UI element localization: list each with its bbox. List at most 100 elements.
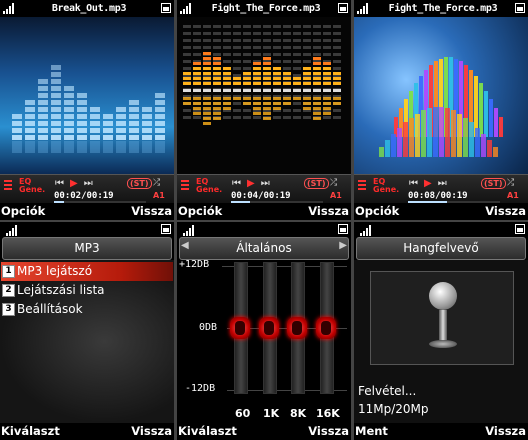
number-badge: 2 bbox=[2, 284, 15, 297]
visualizer bbox=[177, 17, 351, 174]
options-softkey[interactable]: Opciók bbox=[355, 204, 399, 218]
signal-icon bbox=[6, 224, 20, 236]
number-badge: 1 bbox=[2, 265, 15, 278]
page-title: MP3 bbox=[2, 237, 172, 260]
status-bar: Break_Out.mp3 bbox=[0, 0, 174, 16]
back-softkey[interactable]: Vissza bbox=[308, 204, 349, 218]
battery-icon bbox=[161, 224, 171, 234]
menu-header: MP3 bbox=[0, 222, 174, 260]
speaker-icon bbox=[358, 180, 366, 190]
play-icon[interactable]: ▶ bbox=[70, 178, 78, 189]
battery-icon bbox=[338, 224, 348, 234]
track-title: Fight_The_Force.mp3 bbox=[211, 2, 321, 14]
eq-slider-16k[interactable] bbox=[316, 262, 336, 394]
menu-item-playlist[interactable]: 2 Lejátszási lista bbox=[1, 281, 173, 300]
player-control-bar: EQ Gene. ⏮ ▶ ⏭ (ST) ⤮ 00:02/00:19 A1 bbox=[0, 174, 174, 204]
stereo-badge: (ST) bbox=[304, 178, 329, 189]
previous-icon[interactable]: ⏮ bbox=[232, 178, 241, 189]
speaker-icon bbox=[181, 180, 189, 190]
band-label-60: 60 bbox=[235, 407, 251, 420]
player-screen-1: Break_Out.mp3 EQ Gene. ⏮ ▶ ⏭ (ST) ⤮ 00:02… bbox=[0, 0, 174, 220]
softkey-bar: Ment Vissza bbox=[354, 423, 528, 440]
play-icon[interactable]: ▶ bbox=[247, 178, 255, 189]
band-label-8k: 8K bbox=[290, 407, 307, 420]
select-softkey[interactable]: Kiválaszt bbox=[1, 424, 60, 438]
eq-slider-8k[interactable] bbox=[287, 262, 307, 394]
back-softkey[interactable]: Vissza bbox=[485, 204, 526, 218]
save-softkey[interactable]: Ment bbox=[355, 424, 388, 438]
signal-icon bbox=[360, 224, 374, 236]
menu-item-label: Beállítások bbox=[17, 302, 83, 316]
select-softkey[interactable]: Kiválaszt bbox=[178, 424, 237, 438]
playback-time: 00:08/00:19 bbox=[408, 191, 468, 201]
player-screen-2: Fight_The_Force.mp3 EQ Gene. ⏮ ▶ ⏭ (ST) ⤮… bbox=[177, 0, 351, 220]
eq-indicator[interactable]: EQ Gene. bbox=[19, 178, 45, 194]
menu-item-settings[interactable]: 3 Beállítások bbox=[1, 300, 173, 319]
speaker-icon bbox=[4, 180, 12, 190]
back-softkey[interactable]: Vissza bbox=[131, 424, 172, 438]
db-label-mid: 0DB bbox=[199, 322, 218, 333]
shuffle-icon[interactable]: ⤮ bbox=[330, 178, 337, 188]
repeat-icon[interactable]: A1 bbox=[507, 191, 519, 200]
stereo-badge: (ST) bbox=[481, 178, 506, 189]
menu-header: Hangfelvevő bbox=[354, 222, 528, 260]
eq-knob[interactable] bbox=[230, 317, 250, 339]
shuffle-icon[interactable]: ⤮ bbox=[153, 178, 160, 188]
eq-knob[interactable] bbox=[259, 317, 279, 339]
softkey-bar: Opciók Vissza bbox=[354, 203, 528, 220]
signal-icon bbox=[180, 2, 194, 14]
repeat-icon[interactable]: A1 bbox=[330, 191, 342, 200]
battery-icon bbox=[338, 3, 348, 13]
page-title: Általános bbox=[179, 237, 349, 260]
voice-recorder-screen: Hangfelvevő Felvétel... 11Mp/20Mp Ment V… bbox=[354, 222, 528, 440]
playback-time: 00:04/00:19 bbox=[231, 191, 291, 201]
eq-knob[interactable] bbox=[316, 317, 336, 339]
visualizer bbox=[0, 17, 174, 174]
back-softkey[interactable]: Vissza bbox=[485, 424, 526, 438]
back-softkey[interactable]: Vissza bbox=[308, 424, 349, 438]
eq-slider-1k[interactable] bbox=[259, 262, 279, 394]
shuffle-icon[interactable]: ⤮ bbox=[507, 178, 514, 188]
microphone-icon bbox=[429, 282, 457, 310]
recording-status: Felvétel... bbox=[358, 384, 417, 398]
db-label-bottom: -12DB bbox=[185, 383, 216, 394]
eq-indicator[interactable]: EQ Gene. bbox=[373, 178, 399, 194]
menu-list: 1 MP3 lejátszó 2 Lejátszási lista 3 Beál… bbox=[0, 260, 174, 423]
track-title: Fight_The_Force.mp3 bbox=[388, 2, 498, 14]
eq-knob[interactable] bbox=[287, 317, 307, 339]
softkey-bar: Opciók Vissza bbox=[177, 203, 351, 220]
stereo-badge: (ST) bbox=[127, 178, 152, 189]
previous-icon[interactable]: ⏮ bbox=[55, 178, 64, 189]
battery-icon bbox=[161, 3, 171, 13]
player-screen-3: Fight_The_Force.mp3 EQ Gene. ⏮ ▶ ⏭ (ST) ⤮… bbox=[354, 0, 528, 220]
softkey-bar: Kiválaszt Vissza bbox=[0, 423, 174, 440]
eq-indicator[interactable]: EQ Gene. bbox=[196, 178, 222, 194]
signal-icon bbox=[357, 2, 371, 14]
left-arrow-icon[interactable]: ◀ bbox=[181, 240, 189, 251]
right-arrow-icon[interactable]: ▶ bbox=[339, 240, 347, 251]
status-bar: Fight_The_Force.mp3 bbox=[354, 0, 528, 16]
band-label-16k: 16K bbox=[316, 407, 340, 420]
softkey-bar: Opciók Vissza bbox=[0, 203, 174, 220]
number-badge: 3 bbox=[2, 303, 15, 316]
play-icon[interactable]: ▶ bbox=[424, 178, 432, 189]
player-control-bar: EQ Gene. ⏮ ▶ ⏭ (ST) ⤮ 00:08/00:19 A1 bbox=[354, 174, 528, 204]
options-softkey[interactable]: Opciók bbox=[1, 204, 45, 218]
signal-icon bbox=[3, 2, 17, 14]
playback-time: 00:02/00:19 bbox=[54, 191, 114, 201]
next-icon[interactable]: ⏭ bbox=[438, 178, 447, 189]
menu-item-mp3-player[interactable]: 1 MP3 lejátszó bbox=[1, 262, 173, 281]
eq-slider-60[interactable] bbox=[230, 262, 250, 394]
options-softkey[interactable]: Opciók bbox=[178, 204, 222, 218]
repeat-icon[interactable]: A1 bbox=[153, 191, 165, 200]
softkey-bar: Kiválaszt Vissza bbox=[177, 423, 351, 440]
next-icon[interactable]: ⏭ bbox=[84, 178, 93, 189]
back-softkey[interactable]: Vissza bbox=[131, 204, 172, 218]
next-icon[interactable]: ⏭ bbox=[261, 178, 270, 189]
band-label-1k: 1K bbox=[263, 407, 280, 420]
mp3-menu-screen: MP3 1 MP3 lejátszó 2 Lejátszási lista 3 … bbox=[0, 222, 174, 440]
battery-icon bbox=[515, 3, 525, 13]
recording-time: 11Mp/20Mp bbox=[358, 402, 429, 416]
page-title: Hangfelvevő bbox=[356, 237, 526, 260]
previous-icon[interactable]: ⏮ bbox=[409, 178, 418, 189]
